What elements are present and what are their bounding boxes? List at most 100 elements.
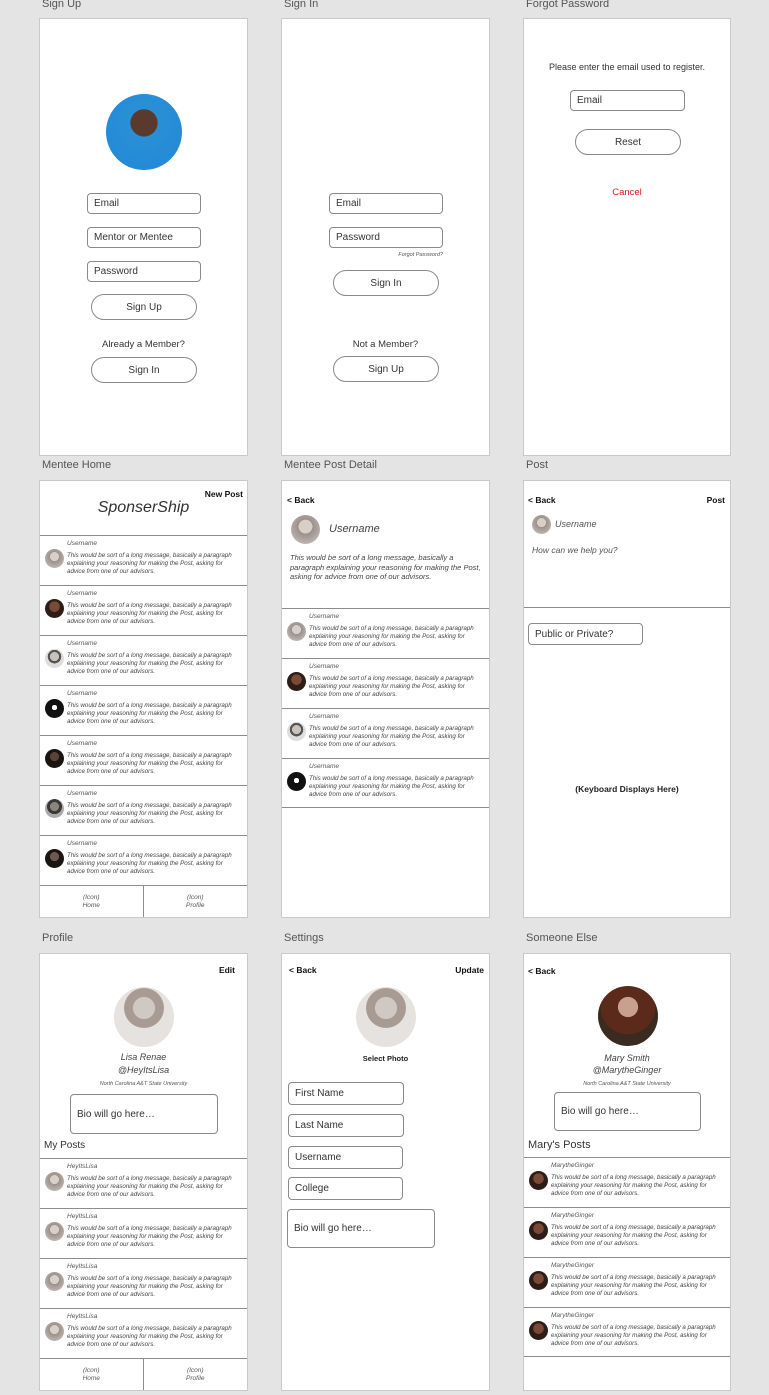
new-post-button[interactable]: New Post [205,489,243,499]
post-message: This would be sort of a long message, ba… [309,625,474,648]
post-row[interactable]: Username This would be sort of a long mes… [40,535,247,585]
post-message: This would be sort of a long message, ba… [67,1225,232,1248]
avatar [45,1222,64,1241]
signup-screen: Email Mentor or Mentee Password Sign Up … [39,18,248,456]
post-row[interactable]: Username This would be sort of a long mes… [40,835,247,885]
email-field[interactable]: Email [570,90,685,111]
already-member-text: Already a Member? [102,339,185,350]
post-message: This would be sort of a long message, ba… [67,652,232,675]
avatar [529,1171,548,1190]
artboard-label-forgot: Forgot Password [526,0,610,10]
posts-title: Mary's Posts [528,1139,591,1151]
post-username: MarytheGinger [551,1312,594,1319]
tab-profile-label: (Icon) Profile [186,1367,205,1382]
avatar [45,1322,64,1341]
app-title: SponserShip [97,499,190,516]
post-message: This would be sort of a long message, ba… [67,1275,232,1298]
bio-field[interactable]: Bio will go here… [287,1209,435,1248]
avatar [45,599,64,618]
post-username: Username [309,663,339,670]
avatar [45,849,64,868]
profile-school: North Carolina A&T State University [583,1081,671,1087]
post-row[interactable]: HeyItsLisa This would be sort of a long m… [40,1258,247,1308]
signin-button[interactable]: Sign In [333,270,439,296]
username-field[interactable]: Username [288,1146,403,1169]
bio-box: Bio will go here… [554,1092,701,1131]
avatar [45,699,64,718]
post-row[interactable]: Username This would be sort of a long mes… [40,785,247,835]
signup-button[interactable]: Sign Up [333,356,439,382]
post-button[interactable]: Post [707,495,725,505]
tab-profile[interactable]: (Icon) Profile [144,1359,248,1390]
post-row[interactable]: MarytheGinger This would be sort of a lon… [524,1307,730,1357]
tab-home-label: (Icon) Home [82,894,100,909]
password-field[interactable]: Password [87,261,201,282]
back-button[interactable]: < Back [287,495,315,505]
profile-handle: @MarytheGinger [592,1065,662,1075]
back-button[interactable]: < Back [289,965,317,975]
my-posts-title: My Posts [44,1140,86,1151]
avatar[interactable] [356,987,416,1047]
avatar [529,1321,548,1340]
post-row[interactable]: MarytheGinger This would be sort of a lon… [524,1257,730,1307]
signup-button[interactable]: Sign Up [91,294,197,320]
post-row[interactable]: Username This would be sort of a long mes… [40,685,247,735]
reset-button[interactable]: Reset [575,129,681,155]
post-row[interactable]: Username This would be sort of a long mes… [282,658,489,708]
profile-handle: @HeyItsLisa [117,1065,170,1075]
avatar [287,672,306,691]
post-message: This would be sort of a long message, ba… [67,752,232,775]
avatar [45,749,64,768]
update-button[interactable]: Update [455,965,484,975]
post-row[interactable]: Username This would be sort of a long mes… [40,735,247,785]
post-row[interactable]: MarytheGinger This would be sort of a lon… [524,1157,730,1207]
avatar [45,1272,64,1291]
cancel-link[interactable]: Cancel [524,187,730,198]
signin-button[interactable]: Sign In [91,357,197,383]
post-row[interactable]: Username This would be sort of a long mes… [282,708,489,758]
post-row[interactable]: Username This would be sort of a long mes… [282,758,489,808]
post-row[interactable]: HeyItsLisa This would be sort of a long m… [40,1158,247,1208]
last-name-field[interactable]: Last Name [288,1114,404,1137]
post-row[interactable]: Username This would be sort of a long mes… [282,608,489,658]
artboard-label-mentee-home: Mentee Home [42,459,112,471]
post-row[interactable]: HeyItsLisa This would be sort of a long m… [40,1308,247,1358]
post-message: This would be sort of a long message, ba… [551,1324,716,1347]
post-row[interactable]: MarytheGinger This would be sort of a lon… [524,1207,730,1257]
role-field[interactable]: Mentor or Mentee [87,227,201,248]
post-username: Username [67,640,97,647]
visibility-select[interactable]: Public or Private? [528,623,643,645]
post-message: This would be sort of a long message, ba… [309,675,474,698]
email-field[interactable]: Email [87,193,201,214]
tab-home[interactable]: (Icon) Home [40,1359,144,1390]
college-field[interactable]: College [288,1177,403,1200]
post-username: MarytheGinger [551,1162,594,1169]
first-name-field[interactable]: First Name [288,1082,404,1105]
post-text-input[interactable]: How can we help you? [532,545,618,555]
post-message: This would be sort of a long message, ba… [67,802,232,825]
post-row[interactable]: Username This would be sort of a long mes… [40,635,247,685]
select-photo-button[interactable]: Select Photo [282,1054,489,1063]
password-field[interactable]: Password [329,227,443,248]
tab-profile[interactable]: (Icon) Profile [144,886,248,917]
forgot-password-link[interactable]: Forgot Password? [398,252,443,258]
post-username: HeyItsLisa [67,1313,98,1320]
post-row[interactable]: HeyItsLisa This would be sort of a long m… [40,1208,247,1258]
signin-screen: Email Password Forgot Password? Sign In … [281,18,490,456]
avatar [45,549,64,568]
tab-home[interactable]: (Icon) Home [40,886,144,917]
post-username: Username [309,713,339,720]
tab-bar: (Icon) Home (Icon) Profile [40,885,247,917]
post-row[interactable]: Username This would be sort of a long mes… [40,585,247,635]
post-detail-screen: < Back Username This would be sort of a … [281,480,490,918]
post-body: This would be sort of a long message, ba… [290,553,481,581]
avatar [532,515,551,534]
email-field[interactable]: Email [329,193,443,214]
back-button[interactable]: < Back [528,966,556,976]
profile-screen: Edit Lisa Renae @HeyItsLisa North Caroli… [39,953,248,1391]
back-button[interactable]: < Back [528,495,556,505]
avatar[interactable] [106,94,182,170]
profile-school: North Carolina A&T State University [99,1081,188,1087]
edit-button[interactable]: Edit [219,965,235,975]
post-message: This would be sort of a long message, ba… [551,1274,716,1297]
